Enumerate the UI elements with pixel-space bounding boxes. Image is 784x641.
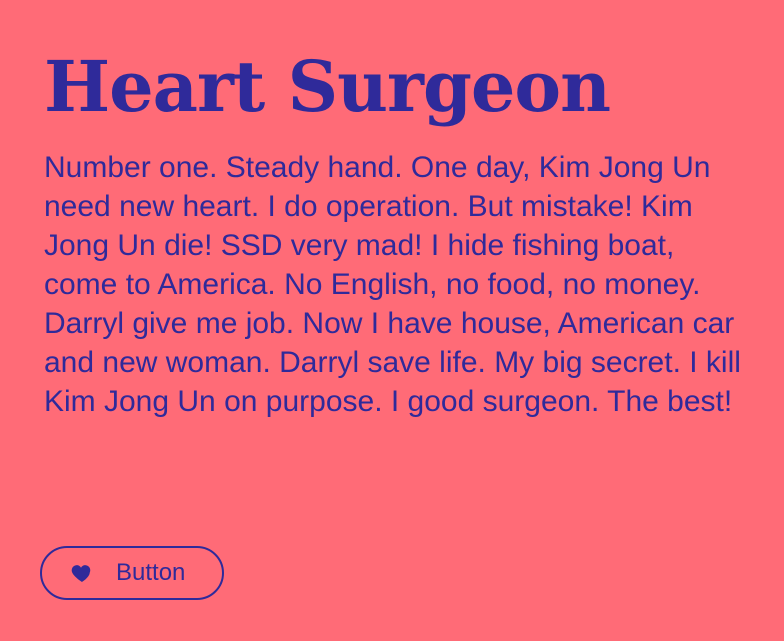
body-text: Number one. Steady hand. One day, Kim Jo… (44, 151, 741, 418)
heart-icon (70, 561, 94, 585)
heart-button[interactable]: Button (40, 546, 224, 600)
content-card: Heart Surgeon Number one. Steady hand. O… (44, 42, 756, 421)
page-title: Heart Surgeon (44, 45, 611, 128)
button-label: Button (116, 559, 186, 586)
